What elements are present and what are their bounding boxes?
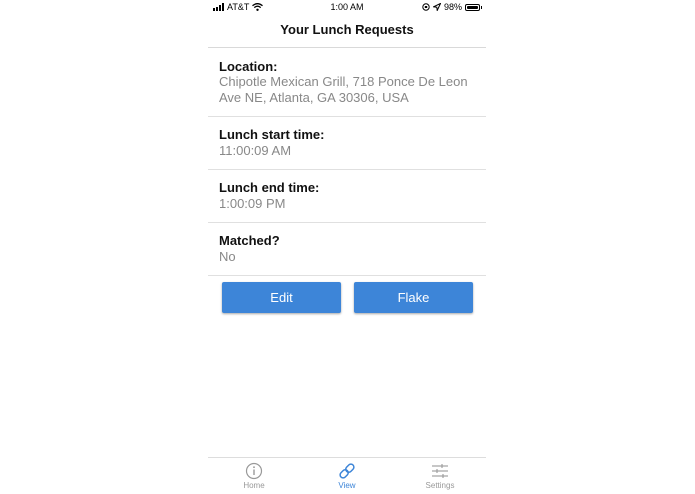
tab-settings-label: Settings	[425, 481, 455, 490]
tab-view-label: View	[338, 481, 356, 490]
location-label: Location:	[219, 59, 278, 74]
location-value: Chipotle Mexican Grill, 718 Ponce De Leo…	[219, 74, 468, 105]
info-icon	[245, 462, 263, 480]
matched-value: No	[219, 249, 236, 264]
flake-button[interactable]: Flake	[354, 282, 473, 313]
location-arrow-icon	[432, 3, 441, 11]
end-time-value: 1:00:09 PM	[219, 196, 286, 211]
row-divider	[208, 275, 486, 276]
start-time-label: Lunch start time:	[219, 127, 325, 142]
matched-label: Matched?	[219, 233, 280, 248]
battery-percent: 98%	[443, 2, 462, 12]
start-time-value: 11:00:09 AM	[219, 143, 292, 158]
detail-row-matched: Matched? No	[208, 223, 486, 275]
page-title: Your Lunch Requests	[280, 22, 414, 37]
detail-row-location: Location: Chipotle Mexican Grill, 718 Po…	[208, 48, 486, 116]
phone-screen: AT&T 1:00 AM 98% Your Lunch Requests Loc…	[208, 0, 486, 494]
detail-row-end-time: Lunch end time: 1:00:09 PM	[208, 170, 486, 222]
battery-icon	[465, 3, 482, 11]
detail-row-start-time: Lunch start time: 11:00:09 AM	[208, 117, 486, 169]
status-right: 98%	[422, 2, 482, 12]
tab-bar: Home View Settings	[208, 457, 486, 494]
rotation-lock-icon	[422, 3, 430, 11]
status-bar: AT&T 1:00 AM 98%	[208, 0, 486, 14]
tab-home[interactable]: Home	[219, 461, 289, 490]
end-time-label: Lunch end time:	[219, 180, 320, 195]
battery-fill	[467, 5, 478, 9]
tab-home-label: Home	[243, 481, 265, 490]
edit-button[interactable]: Edit	[222, 282, 341, 313]
link-icon	[339, 463, 355, 479]
tab-settings[interactable]: Settings	[405, 461, 475, 490]
sliders-icon	[432, 464, 448, 478]
tab-view[interactable]: View	[312, 461, 382, 490]
